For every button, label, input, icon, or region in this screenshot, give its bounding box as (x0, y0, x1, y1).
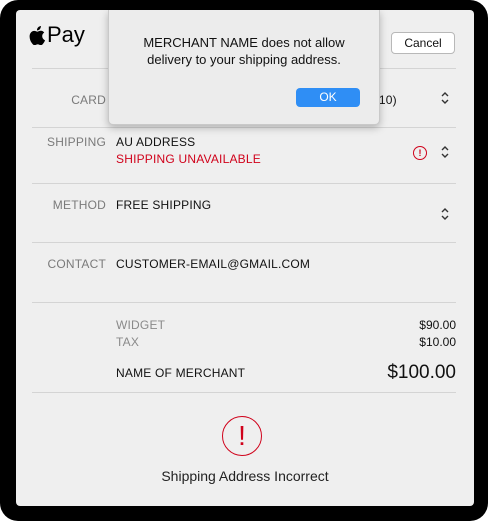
divider (32, 392, 456, 393)
shipping-address[interactable]: AU ADDRESS (116, 135, 195, 149)
contact-value[interactable]: CUSTOMER-EMAIL@GMAIL.COM (116, 257, 310, 271)
contact-label: CONTACT (47, 257, 106, 271)
alert-message-line: MERCHANT NAME does not allow (143, 35, 345, 50)
alert-message: MERCHANT NAME does not allow delivery to… (109, 34, 379, 68)
total-amount: $100.00 (387, 362, 456, 383)
divider (32, 127, 456, 128)
sheet-frame: Pay Cancel CARD 010) SHIPPING AU ADDRESS… (0, 0, 488, 521)
summary-item-amount: $10.00 (419, 335, 456, 349)
ok-button[interactable]: OK (296, 88, 360, 107)
card-label: CARD (71, 93, 106, 107)
divider (32, 302, 456, 303)
cancel-button[interactable]: Cancel (391, 32, 455, 54)
error-message: Shipping Address Incorrect (161, 468, 329, 484)
method-label: METHOD (52, 198, 106, 212)
divider (32, 242, 456, 243)
brand-text: Pay (47, 22, 85, 47)
shipping-chevron-updown-icon[interactable] (440, 145, 450, 159)
alert-dialog: MERCHANT NAME does not allow delivery to… (108, 10, 380, 125)
summary-item-label: WIDGET (116, 318, 166, 332)
divider (32, 183, 456, 184)
shipping-status: SHIPPING UNAVAILABLE (116, 152, 261, 166)
total-label: NAME OF MERCHANT (116, 366, 246, 380)
warning-icon: ! (413, 146, 427, 160)
apple-pay-logo: Pay (29, 24, 85, 46)
method-chevron-updown-icon[interactable] (440, 207, 450, 221)
warning-icon: ! (222, 416, 262, 456)
card-chevron-updown-icon[interactable] (440, 91, 450, 105)
alert-message-line: delivery to your shipping address. (147, 52, 341, 67)
shipping-label: SHIPPING (47, 135, 106, 149)
apple-logo-icon (29, 25, 45, 45)
summary-item-amount: $90.00 (419, 318, 456, 332)
method-value[interactable]: FREE SHIPPING (116, 198, 211, 212)
summary-item-label: TAX (116, 335, 140, 349)
